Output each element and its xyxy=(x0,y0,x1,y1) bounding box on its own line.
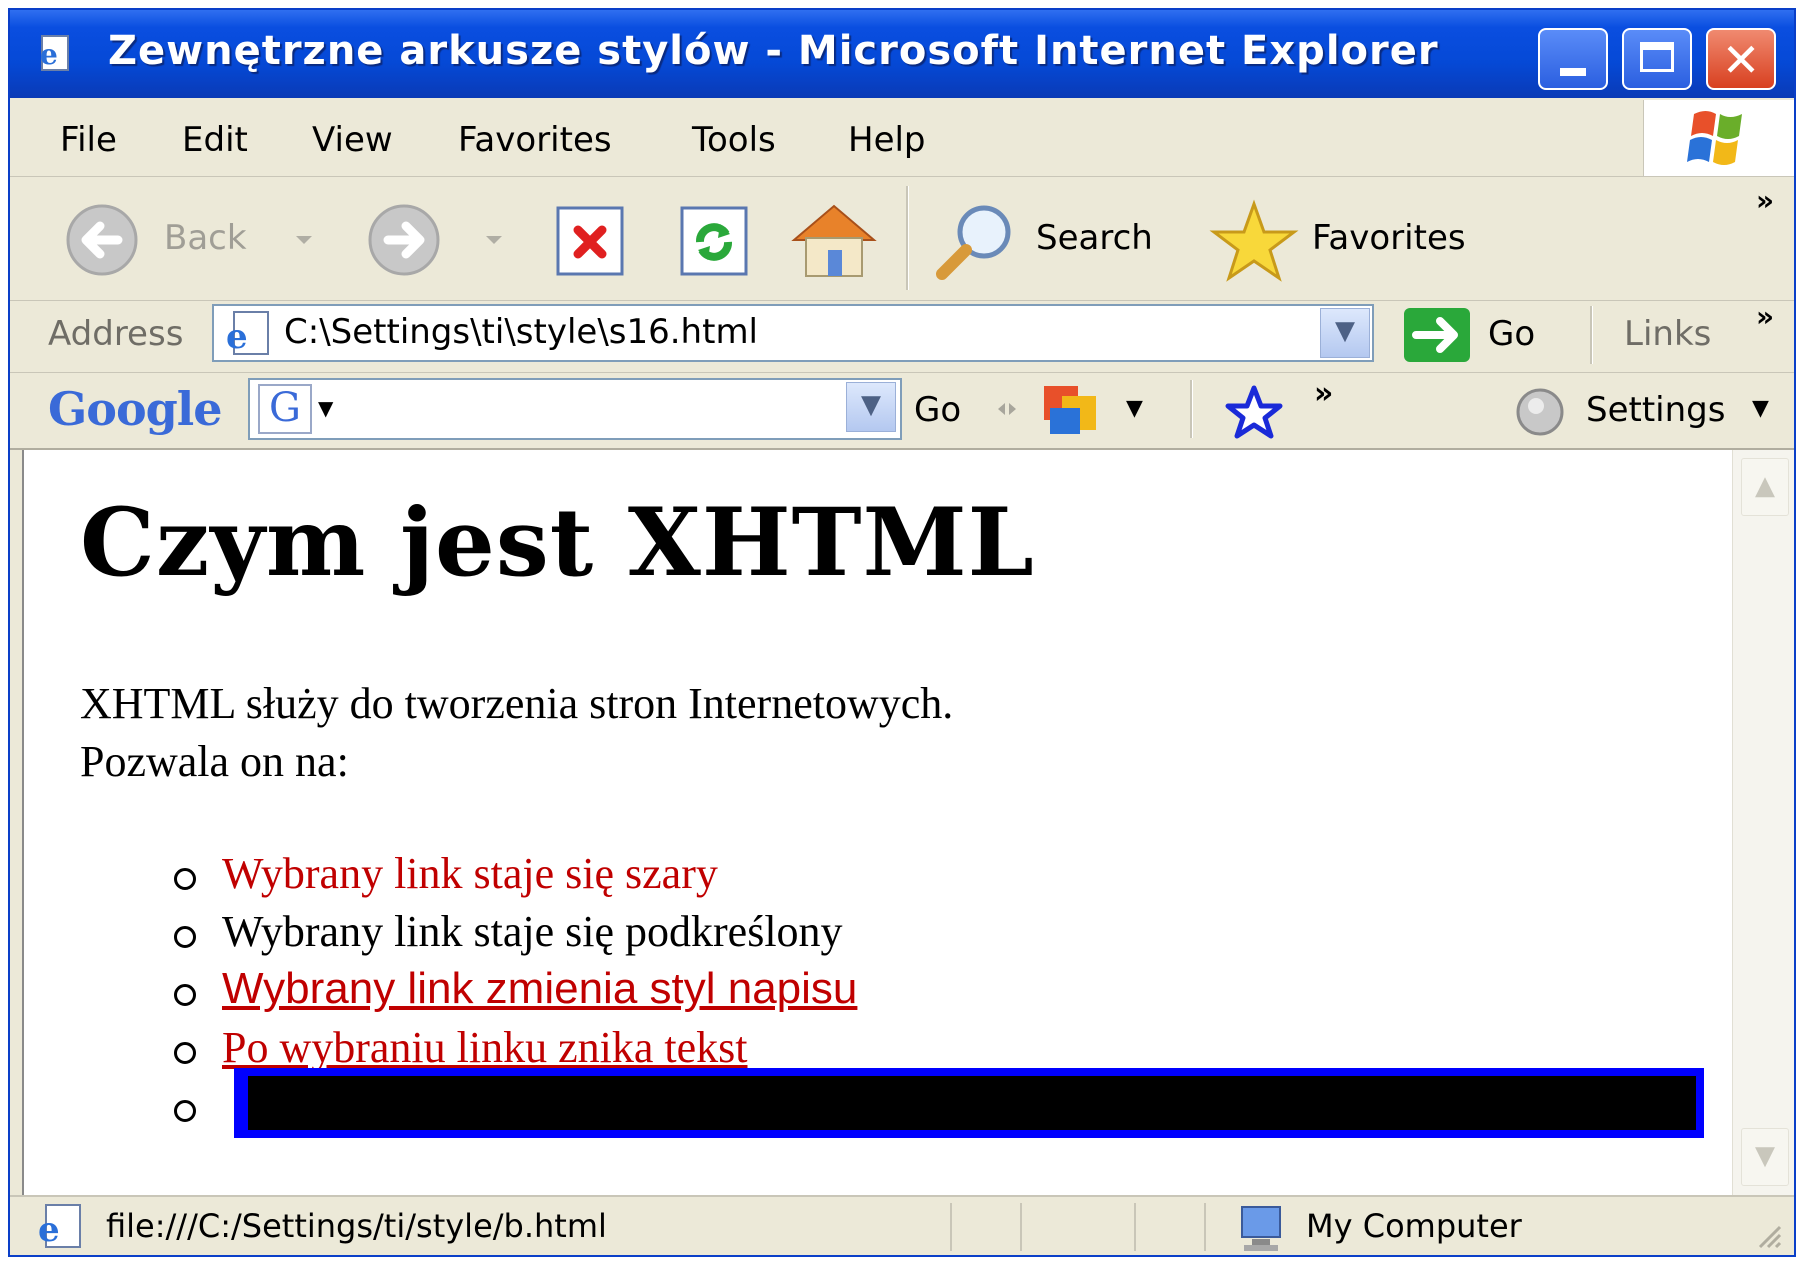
ie-page-icon: e xyxy=(38,1204,81,1250)
vertical-scrollbar[interactable]: ▲ ▼ xyxy=(1732,450,1794,1195)
menu-tools[interactable]: Tools xyxy=(692,120,776,160)
menu-view[interactable]: View xyxy=(312,120,393,160)
address-input[interactable]: e C:\Settings\ti\style\s16.html ▼ xyxy=(212,304,1374,362)
menu-favorites[interactable]: Favorites xyxy=(458,120,612,160)
back-button-label[interactable]: Back xyxy=(164,218,247,258)
google-arrows-icon[interactable] xyxy=(996,398,1018,420)
maximize-icon xyxy=(1640,42,1674,72)
status-divider xyxy=(1134,1203,1136,1251)
google-g-icon[interactable]: G xyxy=(258,384,312,434)
links-chevron-icon[interactable]: » xyxy=(1756,300,1774,333)
my-computer-icon xyxy=(1241,1206,1281,1251)
back-arrow-icon[interactable] xyxy=(60,200,150,280)
menu-edit[interactable]: Edit xyxy=(182,120,248,160)
circle-bullet-icon xyxy=(174,868,196,890)
google-separator xyxy=(1190,380,1193,438)
google-chevron-icon[interactable]: » xyxy=(1314,376,1333,411)
title-bar[interactable]: e Zewnętrzne arkusze stylów - Microsoft … xyxy=(10,10,1794,98)
ie-page-icon: e xyxy=(40,35,69,71)
circle-bullet-icon xyxy=(174,984,196,1006)
back-dropdown-icon[interactable] xyxy=(294,234,314,248)
status-url: file:///C:/Settings/ti/style/b.html xyxy=(106,1207,607,1245)
hovered-link-block[interactable] xyxy=(234,1068,1704,1138)
status-divider xyxy=(1204,1203,1206,1251)
status-divider xyxy=(950,1203,952,1251)
intro-line-2: Pozwala on na: xyxy=(80,737,349,786)
windows-logo xyxy=(1643,100,1794,176)
close-button[interactable]: ✕ xyxy=(1706,28,1776,90)
circle-bullet-icon xyxy=(174,1042,196,1064)
search-button-label[interactable]: Search xyxy=(1036,218,1153,258)
resize-grip-icon[interactable] xyxy=(1754,1221,1784,1251)
popup-blocker-icon[interactable] xyxy=(1038,380,1106,442)
link-font-change-on-select[interactable]: Wybrany link zmienia styl napisu xyxy=(222,964,857,1014)
address-separator xyxy=(1590,306,1593,364)
browser-window: e Zewnętrzne arkusze stylów - Microsoft … xyxy=(8,8,1796,1257)
circle-bullet-icon xyxy=(174,926,196,948)
close-icon: ✕ xyxy=(1721,33,1761,87)
page-content: Czym jest XHTML XHTML służy do tworzenia… xyxy=(22,450,1732,1195)
circle-bullet-icon xyxy=(174,1100,196,1122)
standard-toolbar: Back Search Favorites » xyxy=(10,176,1794,301)
menu-help[interactable]: Help xyxy=(848,120,926,160)
page-heading: Czym jest XHTML xyxy=(80,488,1035,598)
status-divider xyxy=(1020,1203,1022,1251)
google-toolbar: Google G ▼ ▼ Go ▼ » Settings ▼ xyxy=(10,372,1794,450)
google-search-dropdown-icon[interactable]: ▼ xyxy=(846,382,896,432)
google-search-input[interactable]: G ▼ ▼ xyxy=(248,378,902,440)
address-dropdown-icon[interactable]: ▼ xyxy=(1320,308,1370,358)
window-title: Zewnętrzne arkusze stylów - Microsoft In… xyxy=(108,28,1439,74)
link-hide-text-on-select[interactable]: Po wybraniu linku znika tekst xyxy=(222,1022,748,1073)
favorites-star-icon[interactable] xyxy=(1206,198,1302,284)
toolbar-chevron-icon[interactable]: » xyxy=(1756,184,1774,217)
link-gray-on-select[interactable]: Wybrany link staje się szary xyxy=(222,848,718,899)
forward-arrow-icon[interactable] xyxy=(360,200,450,280)
search-icon[interactable] xyxy=(928,198,1024,284)
toolbar-separator xyxy=(906,186,909,290)
status-zone: My Computer xyxy=(1306,1207,1522,1245)
address-value[interactable]: C:\Settings\ti\style\s16.html xyxy=(284,312,758,352)
menu-bar: File Edit View Favorites Tools Help xyxy=(10,100,1794,177)
forward-dropdown-icon[interactable] xyxy=(484,234,504,248)
svg-text:e: e xyxy=(38,1210,60,1250)
svg-text:e: e xyxy=(226,317,248,356)
settings-gear-icon[interactable] xyxy=(1508,386,1572,438)
svg-text:e: e xyxy=(40,38,58,71)
menu-file[interactable]: File xyxy=(60,120,117,160)
stop-icon[interactable] xyxy=(550,202,630,280)
google-go-button[interactable]: Go xyxy=(914,390,961,430)
google-settings-button[interactable]: Settings xyxy=(1586,390,1725,430)
address-label: Address xyxy=(48,314,184,354)
minimize-button[interactable] xyxy=(1538,28,1608,90)
home-icon[interactable] xyxy=(786,196,882,282)
refresh-icon[interactable] xyxy=(674,202,754,280)
windows-flag-icon xyxy=(1687,111,1742,165)
link-underline-on-select[interactable]: Wybrany link staje się podkreślony xyxy=(222,906,843,957)
maximize-button[interactable] xyxy=(1622,28,1692,90)
popup-dropdown-icon[interactable]: ▼ xyxy=(1126,396,1143,421)
address-bar: Address e C:\Settings\ti\style\s16.html … xyxy=(10,300,1794,373)
scroll-down-icon[interactable]: ▼ xyxy=(1741,1128,1789,1186)
google-logo[interactable]: Google xyxy=(48,382,223,436)
ie-page-icon: e xyxy=(226,311,269,356)
go-arrow-icon[interactable] xyxy=(1402,306,1472,364)
settings-dropdown-icon[interactable]: ▼ xyxy=(1752,396,1769,421)
status-bar: e file:///C:/Settings/ti/style/b.html My… xyxy=(10,1195,1794,1255)
scroll-up-icon[interactable]: ▲ xyxy=(1741,458,1789,516)
go-button-label[interactable]: Go xyxy=(1488,314,1535,354)
google-g-dropdown-icon[interactable]: ▼ xyxy=(318,396,333,420)
intro-line-1: XHTML służy do tworzenia stron Interneto… xyxy=(80,679,954,728)
minimize-icon xyxy=(1560,68,1586,76)
favorites-button-label[interactable]: Favorites xyxy=(1312,218,1466,258)
bookmark-star-icon[interactable] xyxy=(1222,384,1286,440)
links-button[interactable]: Links xyxy=(1624,314,1711,354)
